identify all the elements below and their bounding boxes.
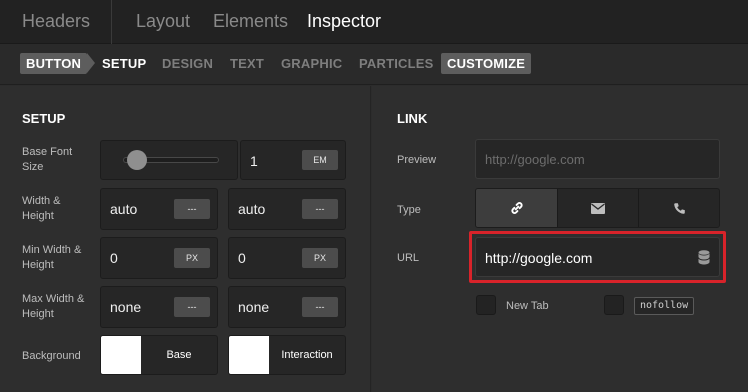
inspector-subtabs: BUTTON SETUP DESIGN TEXT GRAPHIC PARTICL…	[0, 44, 748, 85]
width-height-label: Width & Height	[22, 195, 61, 222]
type-email-button[interactable]	[557, 189, 638, 227]
max-width-value: none	[110, 299, 142, 315]
subtab-customize[interactable]: CUSTOMIZE	[441, 53, 532, 74]
topbar-divider	[111, 0, 112, 44]
type-label: Type	[397, 204, 421, 216]
min-height-unit-button[interactable]: PX	[302, 248, 338, 268]
preview-field[interactable]: http://google.com	[475, 139, 720, 179]
height-value: auto	[238, 201, 266, 217]
background-interaction-color-button[interactable]: Interaction	[228, 335, 346, 375]
max-width-height-label: Max Width & Height	[22, 293, 85, 320]
nofollow-label: nofollow	[634, 297, 695, 315]
new-tab-checkbox[interactable]	[476, 295, 496, 315]
envelope-icon	[591, 202, 605, 214]
tab-inspector[interactable]: Inspector	[307, 11, 381, 32]
slider-knob[interactable]	[127, 150, 147, 170]
min-height-value: 0	[238, 250, 246, 266]
width-input[interactable]: auto ---	[100, 188, 218, 230]
width-unit-button[interactable]: ---	[174, 199, 210, 219]
subtab-graphic[interactable]: GRAPHIC	[281, 56, 342, 71]
max-height-value: none	[238, 299, 270, 315]
height-unit-button[interactable]: ---	[302, 199, 338, 219]
min-height-input[interactable]: 0 PX	[228, 237, 346, 279]
max-width-input[interactable]: none ---	[100, 286, 218, 328]
url-highlight-box	[469, 231, 726, 283]
subtab-particles[interactable]: PARTICLES	[359, 56, 434, 71]
min-width-height-label: Min Width & Height	[22, 244, 82, 271]
font-size-value: 1	[250, 153, 258, 169]
link-icon	[510, 202, 523, 214]
link-type-selector	[475, 188, 720, 228]
tab-elements[interactable]: Elements	[213, 11, 288, 32]
interaction-color-label: Interaction	[281, 349, 333, 361]
height-input[interactable]: auto ---	[228, 188, 346, 230]
subtab-button[interactable]: BUTTON	[20, 53, 96, 74]
link-title: LINK	[397, 111, 428, 126]
setup-title: SETUP	[22, 111, 66, 126]
font-size-input[interactable]: 1 EM	[240, 140, 346, 180]
base-font-size-label: Base Font Size	[22, 146, 73, 173]
width-value: auto	[110, 201, 138, 217]
interaction-color-swatch	[229, 336, 269, 374]
headers-tab[interactable]: Headers	[22, 11, 90, 32]
base-color-label: Base	[166, 349, 192, 361]
min-width-value: 0	[110, 250, 118, 266]
subtab-setup[interactable]: SETUP	[102, 56, 146, 71]
background-label: Background	[22, 350, 81, 362]
subtab-design[interactable]: DESIGN	[162, 56, 213, 71]
min-width-unit-button[interactable]: PX	[174, 248, 210, 268]
subtab-text[interactable]: TEXT	[230, 56, 264, 71]
max-height-input[interactable]: none ---	[228, 286, 346, 328]
url-label: URL	[397, 252, 420, 264]
type-phone-button[interactable]	[638, 189, 719, 227]
new-tab-label: New Tab	[506, 300, 549, 312]
unit-em-button[interactable]: EM	[302, 150, 338, 170]
preview-placeholder: http://google.com	[485, 152, 585, 167]
top-navigation-bar: Headers Layout Elements Inspector	[0, 0, 748, 44]
preview-label: Preview	[397, 154, 437, 166]
max-height-unit-button[interactable]: ---	[302, 297, 338, 317]
phone-icon	[673, 202, 685, 214]
type-link-button[interactable]	[476, 189, 557, 227]
min-width-input[interactable]: 0 PX	[100, 237, 218, 279]
base-color-swatch	[101, 336, 141, 374]
nofollow-checkbox[interactable]	[604, 295, 624, 315]
max-width-unit-button[interactable]: ---	[174, 297, 210, 317]
background-base-color-button[interactable]: Base	[100, 335, 218, 375]
font-size-slider[interactable]	[100, 140, 238, 180]
tab-layout[interactable]: Layout	[136, 11, 190, 32]
